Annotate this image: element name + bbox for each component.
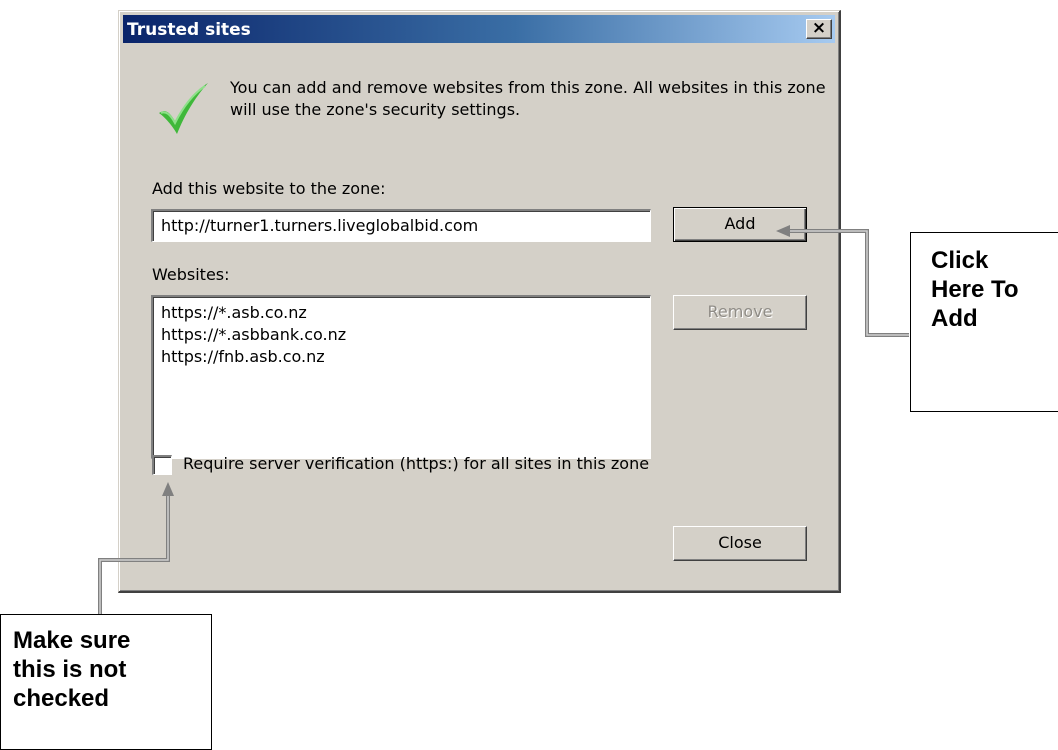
arrow-to-checkbox-icon [162,482,174,496]
arrow-to-add-icon [776,225,790,237]
callout-arrows [98,225,909,614]
